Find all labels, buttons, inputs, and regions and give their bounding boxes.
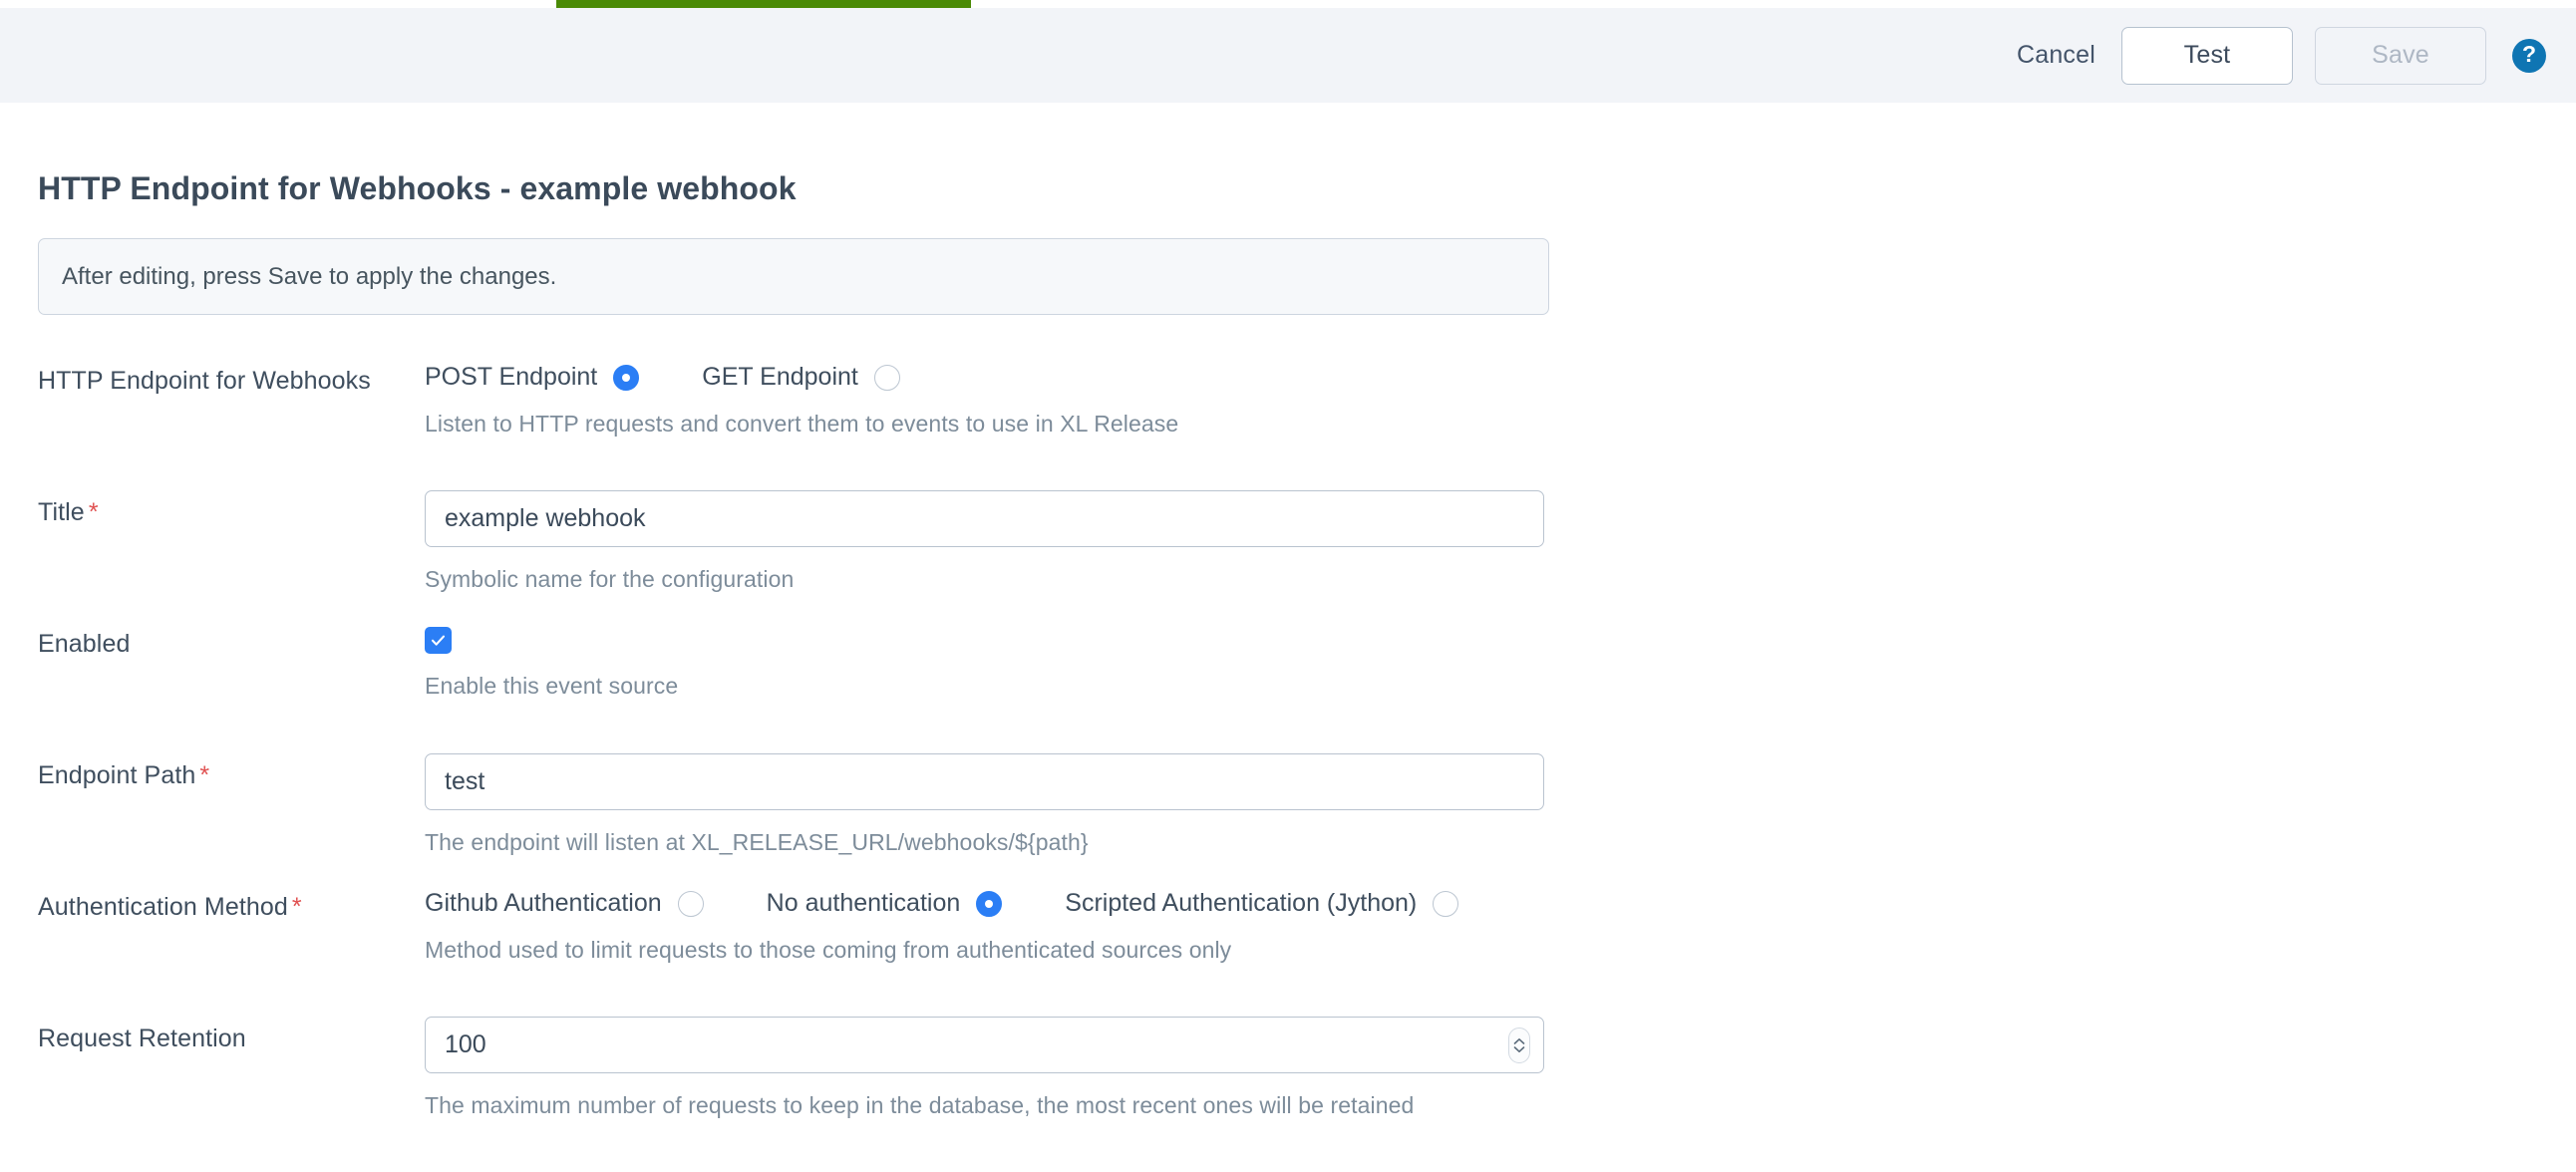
configuration-form: HTTP Endpoint for Webhooks POST Endpoint… bbox=[0, 359, 2576, 1148]
helper-enabled: Enable this event source bbox=[425, 673, 679, 699]
check-icon bbox=[431, 635, 446, 646]
required-marker-endpoint-path: * bbox=[199, 761, 210, 789]
radio-label-github-auth: Github Authentication bbox=[425, 889, 662, 917]
required-marker-auth-method: * bbox=[291, 893, 302, 921]
helper-endpoint-path: The endpoint will listen at XL_RELEASE_U… bbox=[425, 829, 1089, 855]
helper-endpoint-type: Listen to HTTP requests and convert them… bbox=[425, 411, 1179, 437]
save-button[interactable]: Save bbox=[2315, 26, 2486, 85]
number-spinner[interactable] bbox=[1508, 1026, 1530, 1063]
label-request-retention-text: Request Retention bbox=[38, 1025, 246, 1052]
label-auth-method: Authentication Method * bbox=[38, 885, 425, 922]
radio-label-no-auth: No authentication bbox=[766, 889, 961, 917]
radio-dot-get-endpoint[interactable] bbox=[873, 364, 900, 391]
label-request-retention: Request Retention bbox=[38, 1017, 425, 1053]
radio-label-scripted-auth: Scripted Authentication (Jython) bbox=[1065, 889, 1418, 917]
radio-option-get-endpoint[interactable]: GET Endpoint bbox=[702, 363, 900, 392]
radio-group-auth-method: Github Authentication No authentication … bbox=[425, 885, 2576, 918]
radio-option-post-endpoint[interactable]: POST Endpoint bbox=[425, 363, 640, 392]
radio-label-get-endpoint: GET Endpoint bbox=[702, 363, 858, 391]
label-title: Title * bbox=[38, 490, 425, 527]
info-notice-text: After editing, press Save to apply the c… bbox=[62, 262, 557, 290]
title-input[interactable] bbox=[425, 490, 1544, 547]
label-endpoint-path-text: Endpoint Path bbox=[38, 761, 196, 789]
label-enabled: Enabled bbox=[38, 622, 425, 659]
helper-request-retention: The maximum number of requests to keep i… bbox=[425, 1092, 1415, 1118]
form-row-request-retention: Request Retention The maximum number of … bbox=[0, 1017, 2576, 1148]
required-marker-title: * bbox=[88, 498, 99, 526]
form-row-endpoint-type: HTTP Endpoint for Webhooks POST Endpoint… bbox=[0, 359, 2576, 490]
enabled-checkbox[interactable] bbox=[425, 627, 452, 654]
form-row-enabled: Enabled Enable this event source bbox=[0, 622, 2576, 753]
request-retention-input[interactable] bbox=[425, 1017, 1544, 1073]
info-notice: After editing, press Save to apply the c… bbox=[38, 238, 1549, 315]
field-endpoint-type: POST Endpoint GET Endpoint Listen to HTT… bbox=[425, 359, 2576, 438]
helper-auth-method: Method used to limit requests to those c… bbox=[425, 937, 1232, 963]
endpoint-path-input[interactable] bbox=[425, 753, 1544, 810]
chevron-up-icon[interactable] bbox=[1513, 1037, 1525, 1045]
field-auth-method: Github Authentication No authentication … bbox=[425, 885, 2576, 964]
page-content: HTTP Endpoint for Webhooks - example web… bbox=[0, 103, 2576, 1148]
request-retention-stepper bbox=[425, 1017, 1544, 1073]
label-title-text: Title bbox=[38, 498, 85, 526]
radio-option-no-auth[interactable]: No authentication bbox=[767, 889, 1003, 918]
radio-dot-no-auth[interactable] bbox=[976, 890, 1003, 917]
field-request-retention: The maximum number of requests to keep i… bbox=[425, 1017, 2576, 1119]
field-endpoint-path: The endpoint will listen at XL_RELEASE_U… bbox=[425, 753, 2576, 856]
help-icon[interactable]: ? bbox=[2512, 38, 2546, 73]
progress-bar-track bbox=[0, 0, 2576, 8]
page-title: HTTP Endpoint for Webhooks - example web… bbox=[38, 170, 797, 206]
radio-dot-post-endpoint[interactable] bbox=[613, 364, 640, 391]
progress-bar-fill bbox=[556, 0, 971, 8]
label-endpoint-type: HTTP Endpoint for Webhooks bbox=[38, 359, 425, 396]
radio-label-post-endpoint: POST Endpoint bbox=[425, 363, 598, 391]
cancel-button[interactable]: Cancel bbox=[1991, 41, 2121, 70]
form-row-title: Title* Symbolic name for the configurati… bbox=[0, 490, 2576, 622]
radio-dot-github-auth[interactable] bbox=[677, 890, 704, 917]
radio-dot-scripted-auth[interactable] bbox=[1433, 890, 1459, 917]
radio-option-github-auth[interactable]: Github Authentication bbox=[425, 889, 704, 918]
chevron-down-icon[interactable] bbox=[1513, 1045, 1525, 1053]
radio-group-endpoint-type: POST Endpoint GET Endpoint bbox=[425, 359, 2576, 392]
action-bar: Cancel Test Save ? bbox=[0, 8, 2576, 103]
form-row-auth-method: Authentication Method * Github Authentica… bbox=[0, 885, 2576, 1017]
label-endpoint-path: Endpoint Path * bbox=[38, 753, 425, 790]
label-auth-method-text: Authentication Method bbox=[38, 893, 288, 921]
label-enabled-text: Enabled bbox=[38, 630, 131, 658]
helper-title: Symbolic name for the configuration bbox=[425, 566, 795, 592]
radio-option-scripted-auth[interactable]: Scripted Authentication (Jython) bbox=[1065, 889, 1459, 918]
label-endpoint-type-text: HTTP Endpoint for Webhooks bbox=[38, 367, 371, 395]
field-enabled: Enable this event source bbox=[425, 622, 2576, 700]
form-row-endpoint-path: Endpoint Path* The endpoint will listen … bbox=[0, 753, 2576, 885]
test-button[interactable]: Test bbox=[2121, 26, 2293, 85]
field-title: Symbolic name for the configuration bbox=[425, 490, 2576, 593]
